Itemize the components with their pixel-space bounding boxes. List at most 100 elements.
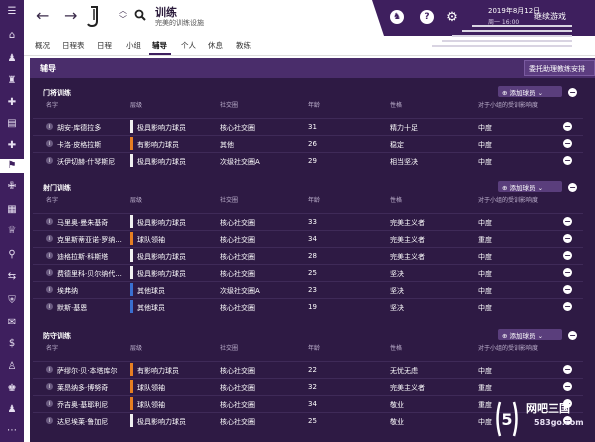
reports-icon[interactable]: ▤ — [3, 117, 21, 131]
tab-coaches[interactable]: 教练 — [236, 40, 251, 51]
menu-icon[interactable]: ☰ — [3, 5, 21, 19]
info-icon[interactable]: i — [46, 235, 53, 242]
remove-player-icon[interactable]: − — [563, 416, 572, 425]
player-age: 28 — [308, 252, 317, 260]
info-icon[interactable]: i — [46, 286, 53, 293]
tab-rest[interactable]: 休息 — [208, 40, 223, 51]
info-icon[interactable]: i — [46, 123, 53, 130]
club-icon[interactable]: ⛨ — [3, 294, 21, 308]
training-icon[interactable]: ⚑ — [0, 159, 24, 173]
player-row[interactable]: i 乔吉奥·基耶利尼 球队领袖 核心社交圈 34 敬业 重度 − — [33, 395, 583, 411]
remove-player-icon[interactable]: − — [563, 382, 572, 391]
player-row[interactable]: i 沃伊切赫·什琴斯尼 极具影响力球员 次级社交圈A 29 相当坚决 中度 − — [33, 152, 583, 168]
player-row[interactable]: i 卡洛·皮格拉斯 有影响力球员 其他 26 稳定 中度 − — [33, 135, 583, 151]
manager-icon[interactable]: ♟ — [3, 403, 21, 417]
inbox-icon[interactable]: ✉ — [3, 316, 21, 330]
tab-schedule[interactable]: 日程 — [97, 40, 112, 51]
continue-button[interactable]: 继续游戏 — [534, 11, 566, 22]
info-icon[interactable]: i — [46, 303, 53, 310]
player-row[interactable]: i 费德里科·贝尔纳代... 极具影响力球员 核心社交圈 25 坚决 中度 − — [33, 264, 583, 280]
tactics-icon[interactable]: ✚ — [3, 96, 21, 110]
player-row[interactable]: i 迪格拉斯·科斯塔 极具影响力球员 核心社交圈 28 完美主义者 中度 − — [33, 247, 583, 263]
forward-arrow-icon[interactable]: → — [64, 6, 77, 25]
add-player-button[interactable]: ⊕ 添加球员 ⌄ — [498, 86, 562, 97]
player-row[interactable]: i 萨缪尔·贝·本塔库尔 有影响力球员 核心社交圈 22 无忧无虑 中度 − — [33, 361, 583, 377]
player-name[interactable]: 克里斯蒂亚诺·罗纳... — [57, 235, 122, 245]
mentoring-group-goalkeeping: 门将训练 ⊕ 添加球员 ⌄ − 名字 层级 社交圈 年龄 性格 对于小组的受训影… — [33, 84, 583, 170]
info-icon[interactable]: i — [46, 366, 53, 373]
youth-icon[interactable]: ♙ — [3, 360, 21, 374]
remove-player-icon[interactable]: − — [563, 268, 572, 277]
trophy-icon[interactable]: ♕ — [3, 224, 21, 238]
scouting-icon[interactable]: ⚲ — [3, 248, 21, 262]
info-icon[interactable]: i — [46, 417, 53, 424]
remove-group-icon[interactable]: − — [568, 183, 577, 192]
staff-icon[interactable]: ♜ — [3, 74, 21, 88]
remove-player-icon[interactable]: − — [563, 251, 572, 260]
player-row[interactable]: i 默斯·基恩 其他球员 核心社交圈 19 坚决 中度 − — [33, 298, 583, 314]
info-icon[interactable]: i — [46, 218, 53, 225]
tab-mentoring[interactable]: 辅导 — [152, 40, 167, 51]
remove-player-icon[interactable]: − — [563, 217, 572, 226]
tab-overview[interactable]: 概况 — [35, 40, 50, 51]
remove-group-icon[interactable]: − — [568, 331, 577, 340]
remove-group-icon[interactable]: − — [568, 88, 577, 97]
info-icon[interactable]: i — [46, 383, 53, 390]
remove-player-icon[interactable]: − — [563, 285, 572, 294]
info-icon[interactable]: i — [46, 252, 53, 259]
tab-individual[interactable]: 个人 — [181, 40, 196, 51]
player-name[interactable]: 沃伊切赫·什琴斯尼 — [57, 157, 115, 167]
remove-player-icon[interactable]: − — [563, 399, 572, 408]
player-name[interactable]: 莱昂纳多·博努奇 — [57, 383, 108, 393]
remove-player-icon[interactable]: − — [563, 234, 572, 243]
settings-gear-icon[interactable]: ⚙ — [445, 10, 459, 25]
club-crest-icon[interactable]: ♞ — [390, 10, 404, 24]
help-icon[interactable]: ? — [420, 10, 434, 24]
role-color-bar — [130, 300, 133, 313]
player-name[interactable]: 卡洛·皮格拉斯 — [57, 140, 101, 150]
squad-icon[interactable]: ♟ — [3, 52, 21, 66]
player-name[interactable]: 费德里科·贝尔纳代... — [57, 269, 122, 279]
player-row[interactable]: i 马里奥·曼朱基奇 极具影响力球员 核心社交圈 33 完美主义者 中度 − — [33, 213, 583, 229]
player-personality: 完美主义者 — [390, 384, 425, 392]
chevron-updown-icon[interactable]: ︿ ﹀ — [119, 6, 127, 24]
remove-player-icon[interactable]: − — [563, 139, 572, 148]
info-icon[interactable]: i — [46, 157, 53, 164]
delegate-to-assistant-button[interactable]: 委托助理教练安排 — [524, 60, 595, 76]
player-name[interactable]: 迪格拉斯·科斯塔 — [57, 252, 108, 262]
player-name[interactable]: 萨缪尔·贝·本塔库尔 — [57, 366, 117, 376]
more-icon[interactable]: ⋯ — [3, 424, 21, 438]
player-row[interactable]: i 达尼埃莱·鲁加尼 极具影响力球员 核心社交圈 25 敬业 中度 − — [33, 412, 583, 428]
info-icon[interactable]: i — [46, 400, 53, 407]
player-name[interactable]: 埃弗纳 — [57, 286, 78, 296]
player-name[interactable]: 马里奥·曼朱基奇 — [57, 218, 108, 228]
transfers-icon[interactable]: ⇆ — [3, 270, 21, 284]
player-row[interactable]: i 克里斯蒂亚诺·罗纳... 球队领袖 核心社交圈 34 完美主义者 重度 − — [33, 230, 583, 246]
back-arrow-icon[interactable]: ← — [36, 6, 49, 25]
remove-player-icon[interactable]: − — [563, 156, 572, 165]
add-player-button[interactable]: ⊕ 添加球员 ⌄ — [498, 329, 562, 340]
tab-calendar[interactable]: 日程表 — [62, 40, 85, 51]
finances-icon[interactable]: $ — [3, 337, 21, 351]
player-name[interactable]: 默斯·基恩 — [57, 303, 87, 313]
info-icon[interactable]: i — [46, 140, 53, 147]
medical-icon[interactable]: ✚ — [3, 139, 21, 153]
player-row[interactable]: i 胡安·库德拉多 极具影响力球员 核心社交圈 31 精力十足 中度 − — [33, 118, 583, 134]
tab-units[interactable]: 小组 — [126, 40, 141, 51]
add-player-button[interactable]: ⊕ 添加球员 ⌄ — [498, 181, 562, 192]
remove-player-icon[interactable]: − — [563, 122, 572, 131]
home-icon[interactable]: ⌂ — [3, 29, 21, 43]
player-row[interactable]: i 埃弗纳 其他球员 次级社交圈A 23 坚决 中度 − — [33, 281, 583, 297]
player-row[interactable]: i 莱昂纳多·博努奇 球队领袖 核心社交圈 32 完美主义者 重度 − — [33, 378, 583, 394]
player-name[interactable]: 达尼埃莱·鲁加尼 — [57, 417, 108, 427]
medical-centre-icon[interactable]: ✙ — [3, 180, 21, 194]
remove-player-icon[interactable]: − — [563, 302, 572, 311]
player-name[interactable]: 胡安·库德拉多 — [57, 123, 101, 133]
search-icon[interactable] — [134, 9, 146, 21]
info-icon[interactable]: i — [46, 269, 53, 276]
player-name[interactable]: 乔吉奥·基耶利尼 — [57, 400, 108, 410]
club-logo-icon — [87, 6, 98, 28]
board-icon[interactable]: ♚ — [3, 382, 21, 396]
remove-player-icon[interactable]: − — [563, 365, 572, 374]
calendar-icon[interactable]: ▦ — [3, 203, 21, 217]
